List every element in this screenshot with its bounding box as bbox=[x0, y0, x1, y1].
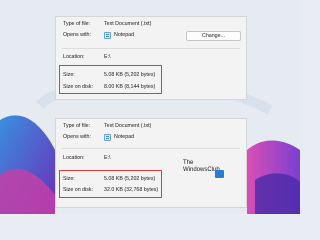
size-value: 5.08 KB (5,202 bytes) bbox=[104, 176, 156, 182]
size-on-disk-value: 32.0 KB (32,768 bytes) bbox=[104, 187, 159, 193]
location-value: E:\ bbox=[104, 155, 111, 161]
type-of-file-label: Type of file: bbox=[63, 21, 91, 27]
opens-with-label: Opens with: bbox=[63, 134, 91, 140]
notepad-icon bbox=[104, 32, 111, 39]
size-value: 5.08 KB (5,202 bytes) bbox=[104, 72, 156, 78]
size-on-disk-label: Size on disk: bbox=[63, 187, 94, 193]
divider bbox=[62, 148, 240, 149]
opens-with-label: Opens with: bbox=[63, 32, 91, 38]
change-button[interactable]: Change... bbox=[186, 31, 241, 41]
type-of-file-value: Text Document (.txt) bbox=[104, 123, 152, 129]
watermark-line1: The bbox=[183, 160, 194, 166]
size-on-disk-value: 8.00 KB (8,144 bytes) bbox=[104, 84, 156, 90]
windowsclub-logo-icon bbox=[215, 170, 224, 178]
location-label: Location: bbox=[63, 54, 85, 60]
type-of-file-label: Type of file: bbox=[63, 123, 91, 129]
opens-with-app: Notepad bbox=[114, 32, 135, 38]
location-value: E:\ bbox=[104, 54, 111, 60]
opens-with-app: Notepad bbox=[114, 134, 135, 140]
size-on-disk-label: Size on disk: bbox=[63, 84, 94, 90]
location-label: Location: bbox=[63, 155, 85, 161]
size-label: Size: bbox=[63, 176, 75, 182]
properties-panel-top: Type of file: Text Document (.txt) Opens… bbox=[55, 16, 247, 100]
type-of-file-value: Text Document (.txt) bbox=[104, 21, 152, 27]
divider bbox=[62, 48, 240, 49]
notepad-icon bbox=[104, 134, 111, 141]
size-label: Size: bbox=[63, 72, 75, 78]
